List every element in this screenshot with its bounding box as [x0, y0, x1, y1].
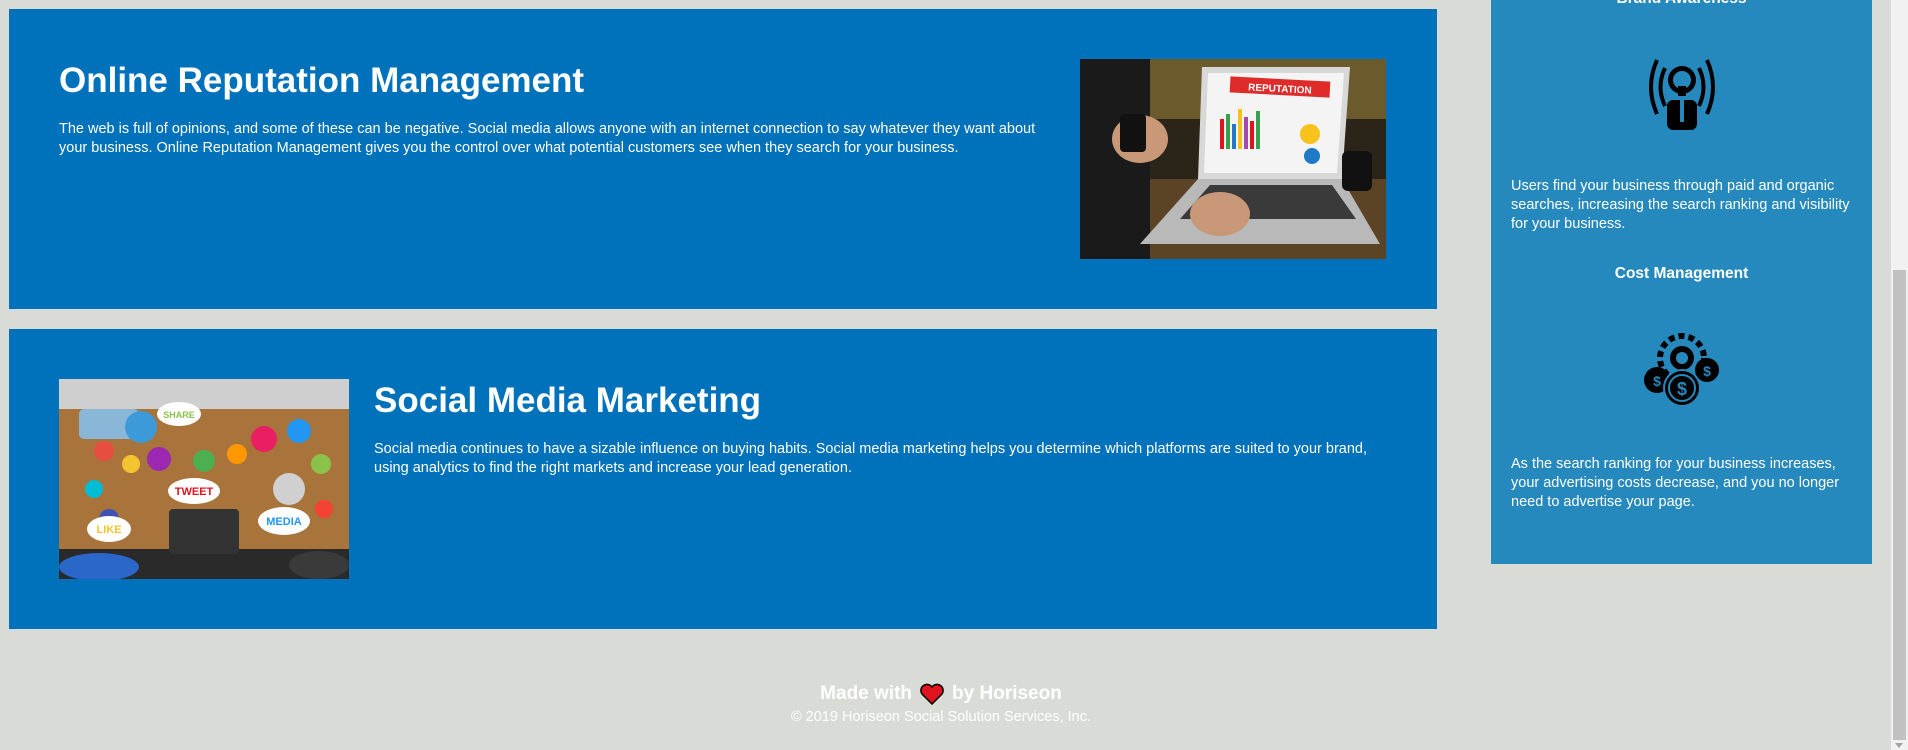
copyright-text: © 2019 Horiseon Social Solution Services…	[790, 709, 1092, 725]
scrollbar-thumb[interactable]	[1893, 270, 1906, 740]
svg-text:TWEET: TWEET	[175, 486, 214, 498]
brand-awareness-title: Brand Awareness	[1491, 0, 1872, 8]
scroll-down-arrow-icon[interactable]	[1895, 743, 1903, 748]
site-footer: Made with by Horiseon © 2019 Horiseon So…	[0, 682, 1882, 726]
benefits-sidebar: Brand Awareness Users find your business…	[1491, 0, 1872, 564]
section-text: The web is full of opinions, and some of…	[59, 121, 1036, 156]
heart-icon	[920, 683, 944, 705]
gear-dollar-icon: $ $ $	[1644, 333, 1719, 407]
lightbulb-broadcast-icon	[1649, 59, 1715, 130]
brand-awareness-text: Users find your business through paid an…	[1511, 178, 1850, 232]
svg-text:$: $	[1677, 379, 1687, 399]
laptop-reputation-image: REPUTATION	[1080, 59, 1386, 259]
svg-text:LIKE: LIKE	[96, 524, 121, 536]
social-media-marketing-section: SHARE TWEET LIKE MEDIA Social Media Mark…	[9, 329, 1437, 629]
social-media-collage-image: SHARE TWEET LIKE MEDIA	[59, 379, 349, 579]
made-with-line: Made with by Horiseon	[0, 682, 1882, 706]
section-title: Online Reputation Management	[59, 61, 585, 100]
svg-text:SHARE: SHARE	[163, 410, 195, 420]
online-reputation-section: Online Reputation Management The web is …	[9, 9, 1437, 309]
svg-text:MEDIA: MEDIA	[266, 516, 302, 528]
made-with-prefix: Made with	[820, 683, 913, 704]
page-scrollbar[interactable]	[1891, 0, 1908, 750]
section-title: Social Media Marketing	[374, 381, 762, 420]
svg-text:$: $	[1653, 373, 1661, 389]
made-with-suffix: by Horiseon	[952, 683, 1062, 704]
svg-text:$: $	[1703, 363, 1711, 379]
section-text: Social media continues to have a sizable…	[374, 441, 1368, 476]
cost-management-title: Cost Management	[1614, 265, 1749, 282]
cost-management-text: As the search ranking for your business …	[1511, 456, 1840, 510]
